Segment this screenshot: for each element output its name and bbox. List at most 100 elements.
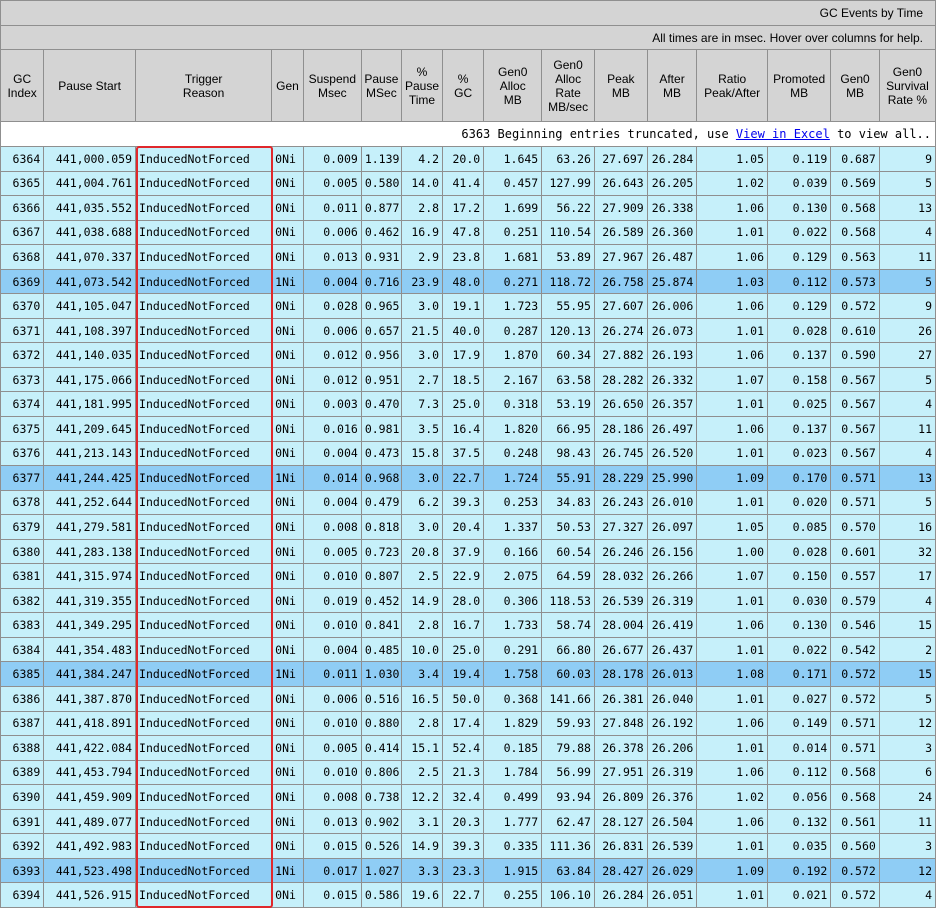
cell-gen0-alloc-rate: 34.83 (542, 490, 595, 515)
cell-gen0-mb: 0.567 (831, 441, 880, 466)
truncation-note-suffix: to view all.. (830, 127, 931, 141)
cell-after-mb: 26.006 (647, 294, 697, 319)
cell-promoted-mb: 0.112 (768, 269, 831, 294)
table-row[interactable]: 6385441,384.247InducedNotForced1Ni0.0111… (1, 662, 936, 687)
cell-pct-pause-time: 3.0 (401, 294, 442, 319)
cell-gen0-alloc-rate: 55.91 (542, 466, 595, 491)
column-header-pause-msec[interactable]: Pause MSec (361, 50, 401, 122)
column-header-gen0-alloc-rate[interactable]: Gen0 Alloc Rate MB/sec (542, 50, 595, 122)
cell-ratio-peak-after: 1.06 (697, 760, 768, 785)
cell-gen0-survival-rate: 5 (879, 269, 935, 294)
table-row[interactable]: 6379441,279.581InducedNotForced0Ni0.0080… (1, 515, 936, 540)
table-row[interactable]: 6386441,387.870InducedNotForced0Ni0.0060… (1, 687, 936, 712)
column-header-ratio-peak-after[interactable]: Ratio Peak/After (697, 50, 768, 122)
table-row[interactable]: 6382441,319.355InducedNotForced0Ni0.0190… (1, 588, 936, 613)
table-row[interactable]: 6374441,181.995InducedNotForced0Ni0.0030… (1, 392, 936, 417)
cell-suspend-msec: 0.006 (303, 220, 361, 245)
table-row[interactable]: 6384441,354.483InducedNotForced0Ni0.0040… (1, 637, 936, 662)
table-row[interactable]: 6369441,073.542InducedNotForced1Ni0.0040… (1, 269, 936, 294)
column-header-gen0-alloc-mb[interactable]: Gen0 Alloc MB (484, 50, 542, 122)
table-row[interactable]: 6365441,004.761InducedNotForced0Ni0.0050… (1, 171, 936, 196)
cell-gen: 0Ni (272, 515, 304, 540)
cell-pause-start: 441,492.983 (44, 834, 136, 859)
cell-gen0-mb: 0.687 (831, 147, 880, 172)
cell-pause-start: 441,070.337 (44, 245, 136, 270)
table-row[interactable]: 6392441,492.983InducedNotForced0Ni0.0150… (1, 834, 936, 859)
column-header-gen0-survival-rate[interactable]: Gen0 Survival Rate % (879, 50, 935, 122)
cell-pct-pause-time: 14.0 (401, 171, 442, 196)
cell-promoted-mb: 0.132 (768, 809, 831, 834)
cell-pct-gc: 20.3 (443, 809, 484, 834)
column-header-promoted-mb[interactable]: Promoted MB (768, 50, 831, 122)
cell-promoted-mb: 0.129 (768, 245, 831, 270)
column-header-trigger-reason[interactable]: Trigger Reason (136, 50, 272, 122)
cell-pause-start: 441,349.295 (44, 613, 136, 638)
table-row[interactable]: 6390441,459.909InducedNotForced0Ni0.0080… (1, 785, 936, 810)
cell-pct-gc: 16.4 (443, 417, 484, 442)
table-row[interactable]: 6372441,140.035InducedNotForced0Ni0.0120… (1, 343, 936, 368)
cell-pct-gc: 41.4 (443, 171, 484, 196)
table-row[interactable]: 6381441,315.974InducedNotForced0Ni0.0100… (1, 564, 936, 589)
table-row[interactable]: 6383441,349.295InducedNotForced0Ni0.0100… (1, 613, 936, 638)
table-row[interactable]: 6394441,526.915InducedNotForced0Ni0.0150… (1, 883, 936, 908)
cell-suspend-msec: 0.010 (303, 564, 361, 589)
cell-gen0-alloc-rate: 53.89 (542, 245, 595, 270)
cell-pct-pause-time: 2.8 (401, 613, 442, 638)
column-header-gc-index[interactable]: GC Index (1, 50, 44, 122)
cell-gc-index: 6384 (1, 637, 44, 662)
cell-after-mb: 26.156 (647, 539, 697, 564)
table-row[interactable]: 6375441,209.645InducedNotForced0Ni0.0160… (1, 417, 936, 442)
table-row[interactable]: 6377441,244.425InducedNotForced1Ni0.0140… (1, 466, 936, 491)
cell-after-mb: 25.990 (647, 466, 697, 491)
table-row[interactable]: 6366441,035.552InducedNotForced0Ni0.0110… (1, 196, 936, 221)
cell-trigger-reason: InducedNotForced (136, 269, 272, 294)
column-header-gen[interactable]: Gen (272, 50, 304, 122)
cell-gc-index: 6394 (1, 883, 44, 908)
table-row[interactable]: 6389441,453.794InducedNotForced0Ni0.0100… (1, 760, 936, 785)
cell-peak-mb: 26.650 (594, 392, 647, 417)
cell-trigger-reason: InducedNotForced (136, 318, 272, 343)
cell-suspend-msec: 0.004 (303, 490, 361, 515)
cell-gc-index: 6383 (1, 613, 44, 638)
table-row[interactable]: 6387441,418.891InducedNotForced0Ni0.0100… (1, 711, 936, 736)
cell-gen0-survival-rate: 26 (879, 318, 935, 343)
column-header-peak-mb[interactable]: Peak MB (594, 50, 647, 122)
column-header-suspend-msec[interactable]: Suspend Msec (303, 50, 361, 122)
cell-gen0-alloc-rate: 56.22 (542, 196, 595, 221)
cell-pct-pause-time: 3.4 (401, 662, 442, 687)
cell-gen: 0Ni (272, 809, 304, 834)
cell-gen0-alloc-rate: 120.13 (542, 318, 595, 343)
table-row[interactable]: 6370441,105.047InducedNotForced0Ni0.0280… (1, 294, 936, 319)
cell-trigger-reason: InducedNotForced (136, 687, 272, 712)
table-row[interactable]: 6380441,283.138InducedNotForced0Ni0.0050… (1, 539, 936, 564)
cell-after-mb: 26.504 (647, 809, 697, 834)
cell-pct-pause-time: 2.8 (401, 196, 442, 221)
cell-ratio-peak-after: 1.06 (697, 613, 768, 638)
cell-peak-mb: 26.246 (594, 539, 647, 564)
cell-gen: 0Ni (272, 367, 304, 392)
cell-pause-start: 441,453.794 (44, 760, 136, 785)
table-row[interactable]: 6393441,523.498InducedNotForced1Ni0.0171… (1, 858, 936, 883)
table-row[interactable]: 6368441,070.337InducedNotForced0Ni0.0130… (1, 245, 936, 270)
cell-pause-msec: 0.516 (361, 687, 401, 712)
column-header-gen0-mb[interactable]: Gen0 MB (831, 50, 880, 122)
cell-gen0-alloc-mb: 1.733 (484, 613, 542, 638)
table-row[interactable]: 6376441,213.143InducedNotForced0Ni0.0040… (1, 441, 936, 466)
column-header-pause-start[interactable]: Pause Start (44, 50, 136, 122)
table-row[interactable]: 6367441,038.688InducedNotForced0Ni0.0060… (1, 220, 936, 245)
table-row[interactable]: 6373441,175.066InducedNotForced0Ni0.0120… (1, 367, 936, 392)
column-header-pct-gc[interactable]: % GC (443, 50, 484, 122)
cell-gen0-alloc-mb: 2.167 (484, 367, 542, 392)
column-header-pct-pause-time[interactable]: % Pause Time (401, 50, 442, 122)
cell-pct-gc: 32.4 (443, 785, 484, 810)
table-row[interactable]: 6391441,489.077InducedNotForced0Ni0.0130… (1, 809, 936, 834)
table-row[interactable]: 6371441,108.397InducedNotForced0Ni0.0060… (1, 318, 936, 343)
table-row[interactable]: 6364441,000.059InducedNotForced0Ni0.0091… (1, 147, 936, 172)
table-row[interactable]: 6378441,252.644InducedNotForced0Ni0.0040… (1, 490, 936, 515)
column-header-after-mb[interactable]: After MB (647, 50, 697, 122)
cell-suspend-msec: 0.019 (303, 588, 361, 613)
view-in-excel-link[interactable]: View in Excel (736, 127, 830, 141)
cell-pct-pause-time: 2.5 (401, 760, 442, 785)
table-row[interactable]: 6388441,422.084InducedNotForced0Ni0.0050… (1, 736, 936, 761)
cell-gen0-mb: 0.568 (831, 196, 880, 221)
